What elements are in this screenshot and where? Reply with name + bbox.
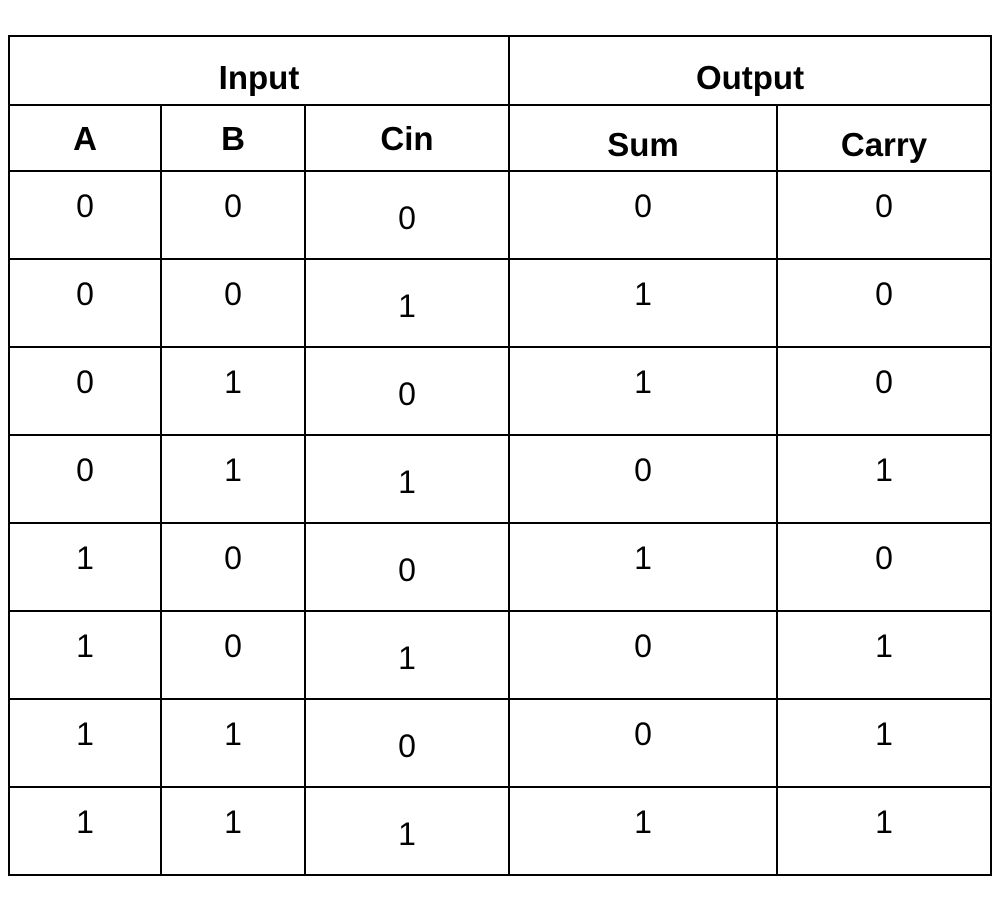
table-row: 11111 [8,786,992,876]
cell-sum: 1 [508,786,778,876]
cell-sum: 0 [508,170,778,260]
cell-b: 0 [160,258,306,348]
table-row: 11001 [8,698,992,788]
cell-sum: 1 [508,258,778,348]
cell-sum: 0 [508,610,778,700]
cell-a: 1 [8,610,162,700]
table-row: 00110 [8,258,992,348]
column-header-b: B [160,104,306,172]
cell-b: 1 [160,786,306,876]
cell-cin: 1 [304,610,510,700]
group-header-output: Output [508,35,992,106]
cell-b: 0 [160,610,306,700]
cell-a: 0 [8,258,162,348]
cell-cin: 1 [304,786,510,876]
cell-carry: 1 [776,434,992,524]
cell-a: 1 [8,522,162,612]
cell-b: 1 [160,698,306,788]
cell-sum: 0 [508,434,778,524]
cell-a: 1 [8,786,162,876]
cell-cin: 1 [304,434,510,524]
column-header-carry: Carry [776,104,992,172]
table-row: 01010 [8,346,992,436]
group-header-row: Input Output [8,35,992,106]
cell-a: 1 [8,698,162,788]
cell-carry: 1 [776,610,992,700]
cell-a: 0 [8,170,162,260]
column-header-sum: Sum [508,104,778,172]
cell-carry: 0 [776,346,992,436]
table-row: 10101 [8,610,992,700]
cell-carry: 0 [776,170,992,260]
cell-carry: 1 [776,786,992,876]
table-row: 01101 [8,434,992,524]
cell-cin: 0 [304,522,510,612]
cell-cin: 0 [304,698,510,788]
cell-sum: 0 [508,698,778,788]
cell-cin: 0 [304,346,510,436]
cell-b: 0 [160,170,306,260]
table-row: 00000 [8,170,992,260]
column-header-cin: Cin [304,104,510,172]
cell-carry: 0 [776,258,992,348]
column-header-a: A [8,104,162,172]
cell-carry: 1 [776,698,992,788]
truth-table: Input Output A B Cin Sum Carry 000000011… [8,35,992,876]
table-row: 10010 [8,522,992,612]
cell-cin: 0 [304,170,510,260]
column-header-row: A B Cin Sum Carry [8,104,992,172]
cell-a: 0 [8,434,162,524]
group-header-input: Input [8,35,510,106]
cell-sum: 1 [508,522,778,612]
cell-a: 0 [8,346,162,436]
cell-carry: 0 [776,522,992,612]
cell-sum: 1 [508,346,778,436]
cell-b: 1 [160,434,306,524]
cell-b: 1 [160,346,306,436]
cell-cin: 1 [304,258,510,348]
cell-b: 0 [160,522,306,612]
